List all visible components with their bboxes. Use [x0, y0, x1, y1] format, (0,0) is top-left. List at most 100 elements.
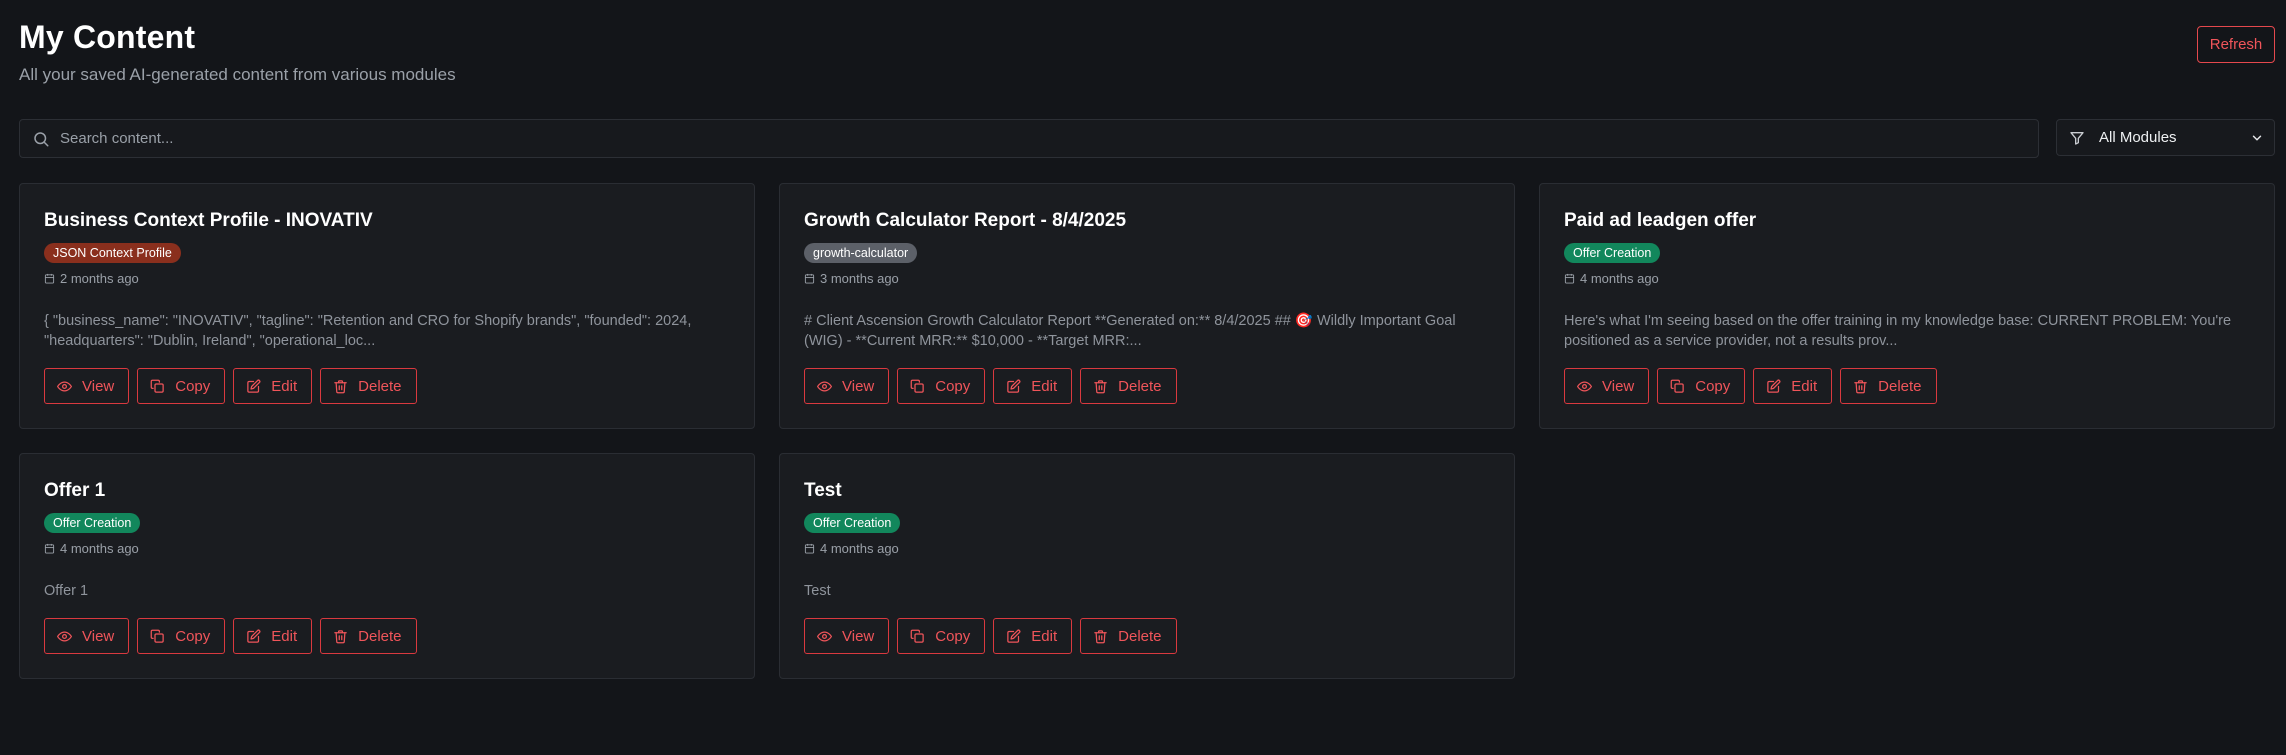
- delete-button[interactable]: Delete: [1840, 368, 1937, 404]
- copy-icon: [910, 379, 924, 393]
- content-card: Offer 1 Offer Creation 4 months ago Offe…: [19, 453, 755, 679]
- eye-icon: [57, 631, 72, 641]
- calendar-icon: [44, 273, 55, 284]
- copy-icon: [150, 379, 164, 393]
- eye-icon: [817, 631, 832, 641]
- calendar-icon: [804, 273, 815, 284]
- edit-button[interactable]: Edit: [233, 618, 313, 654]
- copy-button[interactable]: Copy: [897, 368, 986, 404]
- copy-icon: [910, 629, 924, 643]
- card-title: Growth Calculator Report - 8/4/2025: [804, 210, 1127, 231]
- card-date-text: 3 months ago: [820, 271, 899, 286]
- module-badge: JSON Context Profile: [44, 243, 181, 263]
- module-badge: Offer Creation: [44, 513, 141, 533]
- card-actions: View Copy Edit Delete: [1564, 368, 1937, 404]
- view-button[interactable]: View: [804, 618, 890, 654]
- edit-button-label: Edit: [1791, 377, 1818, 395]
- eye-icon: [1577, 381, 1592, 391]
- trash-icon: [334, 629, 347, 643]
- copy-button[interactable]: Copy: [137, 618, 226, 654]
- trash-icon: [334, 379, 347, 393]
- chevron-down-icon: [2252, 135, 2262, 140]
- edit-button-label: Edit: [271, 377, 298, 395]
- view-button[interactable]: View: [1564, 368, 1650, 404]
- view-button-label: View: [1602, 377, 1635, 395]
- view-button[interactable]: View: [44, 368, 130, 404]
- card-date: 2 months ago: [44, 271, 139, 286]
- module-badge: Offer Creation: [804, 513, 901, 533]
- edit-button[interactable]: Edit: [993, 618, 1073, 654]
- copy-icon: [1670, 379, 1684, 393]
- page-header: My Content All your saved AI-generated c…: [19, 18, 456, 86]
- card-actions: View Copy Edit Delete: [44, 368, 417, 404]
- edit-button-label: Edit: [1031, 627, 1058, 645]
- content-card: Test Offer Creation 4 months ago Test Vi…: [779, 453, 1515, 679]
- search-icon: [34, 131, 49, 146]
- content-card: Growth Calculator Report - 8/4/2025 grow…: [779, 183, 1515, 429]
- module-badge: Offer Creation: [1564, 243, 1661, 263]
- edit-button[interactable]: Edit: [993, 368, 1073, 404]
- card-date: 4 months ago: [1564, 271, 1659, 286]
- edit-icon: [247, 379, 261, 393]
- card-excerpt: { "business_name": "INOVATIV", "tagline"…: [44, 313, 692, 349]
- card-date-text: 4 months ago: [820, 541, 899, 556]
- module-filter-label: All Modules: [2099, 129, 2177, 146]
- card-date-text: 4 months ago: [60, 541, 139, 556]
- edit-icon: [1007, 379, 1021, 393]
- view-button[interactable]: View: [804, 368, 890, 404]
- view-button-label: View: [82, 627, 115, 645]
- copy-button-label: Copy: [935, 377, 971, 395]
- edit-icon: [1007, 629, 1021, 643]
- trash-icon: [1094, 379, 1107, 393]
- card-actions: View Copy Edit Delete: [804, 368, 1177, 404]
- calendar-icon: [44, 543, 55, 554]
- page-title: My Content: [19, 19, 196, 55]
- refresh-button[interactable]: Refresh: [2197, 26, 2275, 63]
- content-card: Paid ad leadgen offer Offer Creation 4 m…: [1539, 183, 2275, 429]
- page-subtitle: All your saved AI-generated content from…: [19, 65, 456, 84]
- card-excerpt: Here's what I'm seeing based on the offe…: [1564, 313, 2232, 349]
- copy-button-label: Copy: [175, 627, 211, 645]
- card-actions: View Copy Edit Delete: [804, 618, 1177, 654]
- card-date: 4 months ago: [44, 541, 139, 556]
- copy-icon: [150, 629, 164, 643]
- edit-button-label: Edit: [271, 627, 298, 645]
- card-excerpt: Offer 1: [44, 583, 89, 599]
- card-title: Offer 1: [44, 480, 106, 501]
- delete-button-label: Delete: [358, 377, 402, 395]
- eye-icon: [817, 381, 832, 391]
- card-excerpt: Test: [804, 583, 831, 599]
- filter-icon: [2070, 131, 2084, 145]
- delete-button-label: Delete: [1878, 377, 1922, 395]
- delete-button-label: Delete: [1118, 377, 1162, 395]
- calendar-icon: [804, 543, 815, 554]
- card-title: Paid ad leadgen offer: [1564, 210, 1757, 231]
- delete-button[interactable]: Delete: [320, 368, 417, 404]
- edit-icon: [1767, 379, 1781, 393]
- search-input[interactable]: [60, 130, 2038, 147]
- module-filter-select[interactable]: All Modules: [2056, 119, 2275, 156]
- card-date-text: 4 months ago: [1580, 271, 1659, 286]
- view-button-label: View: [842, 377, 875, 395]
- edit-button[interactable]: Edit: [1753, 368, 1833, 404]
- trash-icon: [1854, 379, 1867, 393]
- delete-button[interactable]: Delete: [1080, 368, 1177, 404]
- delete-button[interactable]: Delete: [320, 618, 417, 654]
- search-box: [19, 119, 2039, 158]
- copy-button-label: Copy: [935, 627, 971, 645]
- copy-button[interactable]: Copy: [897, 618, 986, 654]
- card-date-text: 2 months ago: [60, 271, 139, 286]
- edit-button[interactable]: Edit: [233, 368, 313, 404]
- edit-icon: [247, 629, 261, 643]
- copy-button-label: Copy: [175, 377, 211, 395]
- view-button[interactable]: View: [44, 618, 130, 654]
- delete-button-label: Delete: [358, 627, 402, 645]
- delete-button[interactable]: Delete: [1080, 618, 1177, 654]
- copy-button[interactable]: Copy: [137, 368, 226, 404]
- copy-button[interactable]: Copy: [1657, 368, 1746, 404]
- card-date: 4 months ago: [804, 541, 899, 556]
- card-date: 3 months ago: [804, 271, 899, 286]
- view-button-label: View: [842, 627, 875, 645]
- calendar-icon: [1564, 273, 1575, 284]
- copy-button-label: Copy: [1695, 377, 1731, 395]
